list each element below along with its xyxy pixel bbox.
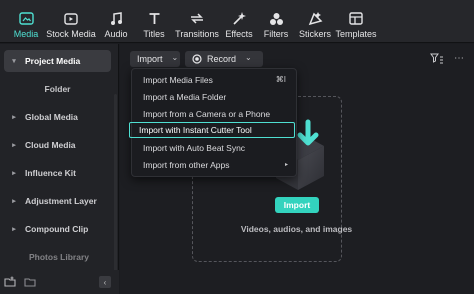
tab-transitions[interactable]: Transitions xyxy=(174,0,220,43)
menu-item-label: Import with Auto Beat Sync xyxy=(143,142,246,153)
sidebar-item-label: Global Media xyxy=(25,112,78,122)
tab-stock-media[interactable]: Stock Media xyxy=(46,0,96,43)
collapse-sidebar-button[interactable]: ‹ xyxy=(99,276,111,288)
record-icon xyxy=(192,54,202,64)
sidebar-item-label: Folder xyxy=(44,84,71,94)
chevron-right-icon: ▸ xyxy=(12,142,16,149)
tab-titles[interactable]: Titles xyxy=(140,0,168,43)
sidebar-item-label: Influence Kit xyxy=(25,168,77,178)
tab-audio[interactable]: Audio xyxy=(101,0,131,43)
chevron-right-icon: ▸ xyxy=(284,162,288,168)
top-toolbar: Media Stock Media Audio Titles Transitio… xyxy=(0,0,474,43)
transitions-icon xyxy=(189,11,205,26)
chevron-right-icon: ▸ xyxy=(12,198,16,205)
tab-audio-label: Audio xyxy=(104,29,128,39)
music-note-icon xyxy=(110,11,123,26)
sidebar-item-label: Compound Clip xyxy=(25,224,89,234)
menu-item-import-from-other-apps[interactable]: Import from other Apps ▸ xyxy=(134,157,294,172)
effects-icon xyxy=(232,11,247,26)
chevron-down-icon: ▾ xyxy=(12,58,16,65)
tab-stock-media-label: Stock Media xyxy=(46,29,96,39)
dropzone-import-button[interactable]: Import xyxy=(275,197,319,213)
chevron-down-icon: ⌄ xyxy=(245,52,252,62)
tab-filters-label: Filters xyxy=(263,29,289,39)
sidebar-item-compound-clip[interactable]: ▸ Compound Clip xyxy=(4,218,111,240)
menu-item-label: Import a Media Folder xyxy=(143,91,227,102)
stickers-icon xyxy=(308,11,323,26)
templates-icon xyxy=(349,11,363,26)
new-folder-icon[interactable] xyxy=(4,275,16,293)
media-icon xyxy=(18,11,34,26)
filters-icon xyxy=(269,11,284,26)
menu-item-import-media-folder[interactable]: Import a Media Folder xyxy=(134,89,294,104)
menu-item-import-from-camera[interactable]: Import from a Camera or a Phone xyxy=(134,106,294,121)
sidebar-item-cloud-media[interactable]: ▸ Cloud Media xyxy=(4,134,111,156)
sidebar-item-label: Adjustment Layer xyxy=(25,196,97,206)
sidebar-item-adjustment-layer[interactable]: ▸ Adjustment Layer xyxy=(4,190,111,212)
sidebar-item-label: Cloud Media xyxy=(25,140,76,150)
tab-media-label: Media xyxy=(13,29,39,39)
titles-icon xyxy=(148,11,161,26)
sidebar-scrollbar[interactable] xyxy=(114,94,117,294)
chevron-right-icon: ▸ xyxy=(12,170,16,177)
sidebar: ▾ Project Media Folder ▸ Global Media ▸ … xyxy=(0,44,119,294)
tab-titles-label: Titles xyxy=(143,29,165,39)
chevron-right-icon: ▸ xyxy=(12,114,16,121)
sidebar-item-influence-kit[interactable]: ▸ Influence Kit xyxy=(4,162,111,184)
tab-stickers-label: Stickers xyxy=(298,29,331,39)
sidebar-item-global-media[interactable]: ▸ Global Media xyxy=(4,106,111,128)
tab-media[interactable]: Media xyxy=(8,0,44,43)
tab-stickers[interactable]: Stickers xyxy=(298,0,332,43)
menu-item-label: Import Media Files xyxy=(143,74,213,85)
sidebar-item-folder[interactable]: Folder xyxy=(4,78,111,100)
menu-item-label: Import with Instant Cutter Tool xyxy=(139,125,252,135)
menu-item-label: Import from a Camera or a Phone xyxy=(143,108,271,119)
sidebar-footer: ‹ xyxy=(0,270,119,294)
more-options-icon[interactable]: ⋯ xyxy=(454,53,464,64)
import-menu: Import Media Files ⌘I Import a Media Fol… xyxy=(129,68,297,177)
menu-item-shortcut: ⌘I xyxy=(275,75,286,84)
record-button-label: Record xyxy=(207,54,237,64)
filter-sort-icon[interactable] xyxy=(430,52,444,70)
menu-item-import-auto-beat-sync[interactable]: Import with Auto Beat Sync xyxy=(134,140,294,155)
chevron-right-icon: ▸ xyxy=(12,226,16,233)
chevron-down-icon: ⌄ xyxy=(171,52,179,62)
sidebar-item-project-media[interactable]: ▾ Project Media xyxy=(4,50,111,72)
menu-item-import-instant-cutter[interactable]: Import with Instant Cutter Tool xyxy=(129,122,295,138)
import-button-label: Import xyxy=(137,54,163,64)
tab-effects-label: Effects xyxy=(225,29,253,39)
folder-icon[interactable] xyxy=(24,275,36,293)
record-dropdown-button[interactable]: Record ⌄ xyxy=(185,51,263,67)
menu-item-import-media-files[interactable]: Import Media Files ⌘I xyxy=(134,72,294,87)
tab-templates-label: Templates xyxy=(335,29,377,39)
import-dropdown-button[interactable]: Import ⌄ xyxy=(130,51,180,67)
sidebar-item-photos-library[interactable]: Photos Library xyxy=(4,246,111,268)
tab-transitions-label: Transitions xyxy=(175,29,219,39)
sidebar-item-label: Project Media xyxy=(25,56,81,66)
stock-media-icon xyxy=(64,11,78,26)
dropzone-caption: Videos, audios, and images xyxy=(240,224,353,234)
tab-effects[interactable]: Effects xyxy=(224,0,254,43)
tab-filters[interactable]: Filters xyxy=(262,0,290,43)
sidebar-item-label: Photos Library xyxy=(29,252,89,262)
menu-item-label: Import from other Apps xyxy=(143,159,230,170)
tab-templates[interactable]: Templates xyxy=(335,0,377,43)
